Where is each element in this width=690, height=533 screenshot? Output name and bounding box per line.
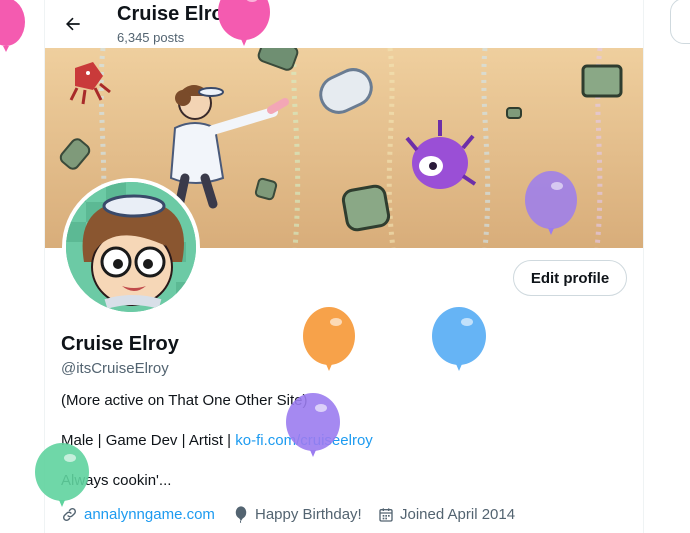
balloon-icon: [235, 506, 247, 523]
birthday-text: Happy Birthday!: [255, 506, 362, 523]
arrow-left-icon: [66, 17, 80, 31]
profile-birthday: Happy Birthday!: [233, 506, 362, 523]
website-link[interactable]: annalynngame.com: [84, 506, 215, 523]
balloon-pink-left: [0, 0, 25, 52]
balloon-green: [35, 443, 89, 507]
balloon-purple: [286, 393, 340, 457]
joined-text: Joined April 2014: [400, 506, 516, 523]
edit-profile-button[interactable]: Edit profile: [513, 260, 627, 296]
profile-avatar[interactable]: [62, 178, 200, 316]
profile-handle: @itsCruiseElroy: [61, 360, 169, 377]
balloon-pink-top: [218, 0, 270, 46]
profile-header-bar: Cruise Elroy 6,345 posts: [45, 0, 643, 48]
bio-line-1: (More active on That One Other Site): [61, 392, 308, 409]
right-sidebar-card-edge: [670, 0, 690, 44]
balloon-purple-banner: [525, 171, 577, 235]
calendar-icon: [379, 507, 393, 522]
post-count: 6,345 posts: [117, 30, 185, 45]
balloon-blue: [432, 307, 486, 371]
back-button[interactable]: [59, 10, 87, 38]
profile-joined: Joined April 2014: [378, 506, 515, 523]
profile-display-name: Cruise Elroy: [61, 333, 179, 355]
profile-column: Cruise Elroy 6,345 posts Edit profile Cr…: [44, 0, 644, 533]
balloon-orange: [303, 307, 355, 371]
